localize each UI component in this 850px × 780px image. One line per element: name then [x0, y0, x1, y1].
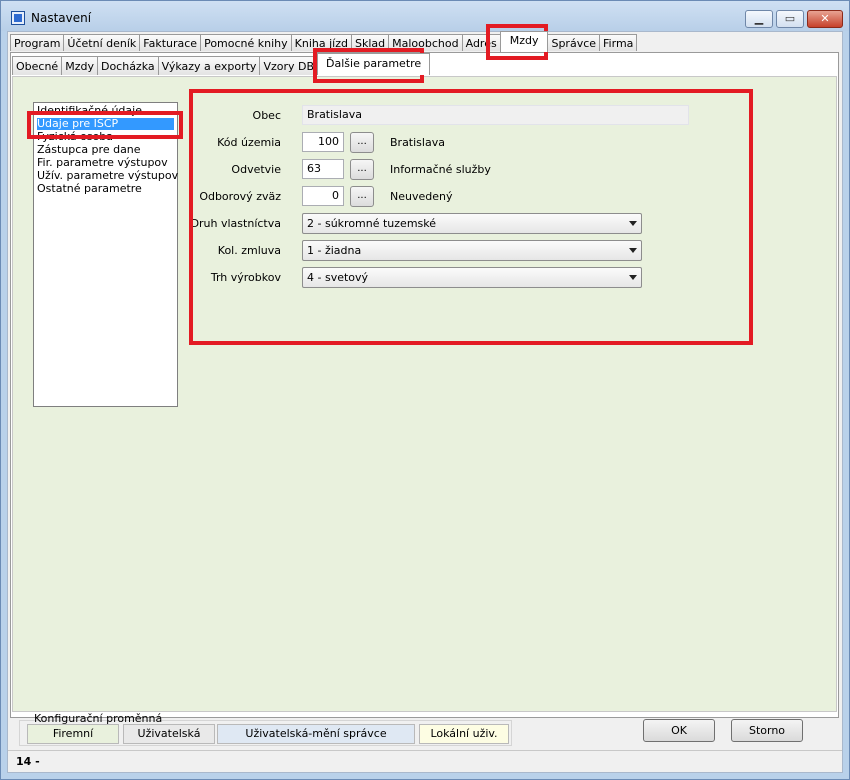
- druh-vlastnictva-value: 2 - súkromné tuzemské: [307, 217, 437, 230]
- kol-zmluva-value: 1 - žiadna: [307, 244, 362, 257]
- storno-button[interactable]: Storno: [731, 719, 803, 742]
- config-uzivatelska: Uživatelská: [123, 724, 215, 744]
- subtab-dalsie-parametre[interactable]: Ďalšie parametre: [317, 53, 431, 75]
- config-lokalni-uziv: Lokální uživ.: [419, 724, 509, 744]
- odvetvie-browse-button[interactable]: ...: [350, 159, 374, 180]
- list-item[interactable]: Ostatné parametre: [37, 183, 142, 195]
- tab-pomocne-knihy[interactable]: Pomocné knihy: [200, 34, 292, 51]
- druh-vlastnictva-select[interactable]: 2 - súkromné tuzemské: [302, 213, 642, 234]
- settings-window: Nastavení ▁ ▭ ✕ Program Účetní deník Fak…: [0, 0, 850, 780]
- subtab-mzdy[interactable]: Mzdy: [61, 56, 98, 75]
- list-item[interactable]: Identifikačné údaje: [37, 105, 142, 117]
- tab-spravce[interactable]: Správce: [547, 34, 601, 51]
- maximize-button[interactable]: ▭: [776, 10, 804, 28]
- tab-maloobchod[interactable]: Maloobchod: [388, 34, 463, 51]
- tab-fakturace[interactable]: Fakturace: [139, 34, 202, 51]
- odvetvie-description: Informačné služby: [390, 163, 491, 176]
- chevron-down-icon: [629, 275, 637, 280]
- tab-firma[interactable]: Firma: [599, 34, 638, 51]
- kod-uzemia-field[interactable]: 100: [302, 132, 344, 152]
- tab-adresar[interactable]: Adres: [461, 34, 501, 51]
- status-bar: 14 -: [8, 750, 842, 772]
- odvetvie-label: Odvetvie: [231, 163, 281, 176]
- subtab-vykazy-a-exporty[interactable]: Výkazy a exporty: [157, 56, 261, 75]
- obec-field[interactable]: Bratislava: [302, 105, 689, 125]
- main-tab-strip: Program Účetní deník Fakturace Pomocné k…: [10, 31, 638, 52]
- odvetvie-field[interactable]: 63: [302, 159, 344, 179]
- kol-zmluva-label: Kol. zmluva: [217, 244, 281, 257]
- tab-ucetni-denik[interactable]: Účetní deník: [63, 34, 141, 51]
- minimize-button[interactable]: ▁: [745, 10, 773, 28]
- sub-tab-strip: Obecné Mzdy Docházka Výkazy a exporty Vz…: [12, 53, 431, 76]
- tab-program[interactable]: Program: [10, 34, 65, 51]
- tab-kniha-jizd[interactable]: Kniha jízd: [290, 34, 352, 51]
- list-item[interactable]: Zástupca pre dane: [37, 144, 141, 156]
- tab-sklad[interactable]: Sklad: [351, 34, 390, 51]
- config-firemni: Firemní: [27, 724, 119, 744]
- category-list[interactable]: Identifikačné údaje Údaje pre ISCP Fyzic…: [33, 102, 178, 407]
- trh-vyrobkov-label: Trh výrobkov: [210, 271, 281, 284]
- chevron-down-icon: [629, 248, 637, 253]
- config-uzivatelska-meni-spravce: Uživatelská-mění správce: [217, 724, 415, 744]
- client-area: Program Účetní deník Fakturace Pomocné k…: [7, 31, 843, 773]
- ok-button[interactable]: OK: [643, 719, 715, 742]
- subtab-obecne[interactable]: Obecné: [12, 56, 63, 75]
- close-button[interactable]: ✕: [807, 10, 843, 28]
- kol-zmluva-select[interactable]: 1 - žiadna: [302, 240, 642, 261]
- kod-uzemia-browse-button[interactable]: ...: [350, 132, 374, 153]
- kod-uzemia-label: Kód územia: [217, 136, 281, 149]
- subtab-dochazka[interactable]: Docházka: [96, 56, 159, 75]
- odborovy-zvaz-browse-button[interactable]: ...: [350, 186, 374, 207]
- list-item[interactable]: Užív. parametre výstupov: [37, 170, 178, 182]
- window-title: Nastavení: [31, 11, 92, 25]
- trh-vyrobkov-value: 4 - svetový: [307, 271, 369, 284]
- odborovy-zvaz-label: Odborový zväz: [199, 190, 281, 203]
- druh-vlastnictva-label: Druh vlastníctva: [190, 217, 281, 230]
- list-item[interactable]: Fyzická osoba: [37, 131, 113, 143]
- kod-uzemia-description: Bratislava: [390, 136, 445, 149]
- obec-label: Obec: [252, 109, 281, 122]
- odborovy-zvaz-field[interactable]: 0: [302, 186, 344, 206]
- subtab-vzory-db[interactable]: Vzory DB: [259, 56, 319, 75]
- trh-vyrobkov-select[interactable]: 4 - svetový: [302, 267, 642, 288]
- chevron-down-icon: [629, 221, 637, 226]
- list-item-selected[interactable]: Údaje pre ISCP: [37, 118, 174, 130]
- title-bar: Nastavení ▁ ▭ ✕: [1, 1, 849, 31]
- odborovy-zvaz-description: Neuvedený: [390, 190, 453, 203]
- tab-mzdy[interactable]: Mzdy: [499, 31, 549, 52]
- app-icon: [11, 11, 25, 25]
- list-item[interactable]: Fir. parametre výstupov: [37, 157, 168, 169]
